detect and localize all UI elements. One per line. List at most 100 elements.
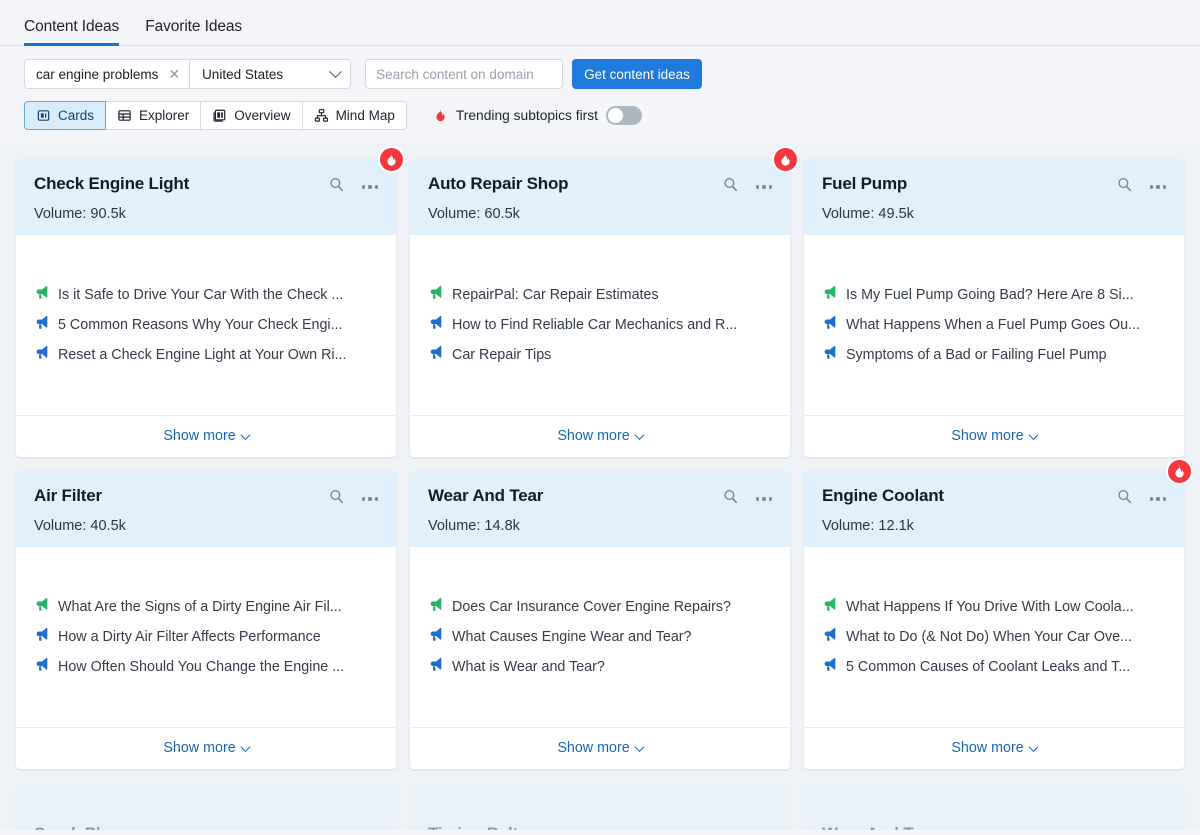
idea-item[interactable]: 5 Common Reasons Why Your Check Engi...	[34, 310, 378, 340]
idea-item[interactable]: Reset a Check Engine Light at Your Own R…	[34, 340, 378, 370]
trending-subtopics-toggle-group[interactable]: Trending subtopics first	[433, 106, 642, 125]
ellipsis-icon[interactable]	[756, 497, 772, 500]
country-select[interactable]: United States	[190, 60, 350, 88]
view-option-explorer[interactable]: Explorer	[106, 101, 200, 130]
ellipsis-icon[interactable]	[362, 497, 378, 500]
search-icon[interactable]	[1116, 488, 1133, 510]
topic-card[interactable]: Auto Repair ShopVolume: 60.5kRepairPal: …	[410, 159, 790, 457]
tab-favorite-ideas[interactable]: Favorite Ideas	[145, 18, 242, 45]
show-more-label: Show more	[163, 740, 235, 756]
idea-item[interactable]: Car Repair Tips	[428, 340, 772, 370]
card-footer: Show more	[410, 727, 790, 769]
view-switcher: CardsExplorer Overview Mind Map	[24, 101, 407, 130]
flame-badge-icon	[378, 146, 405, 173]
megaphone-icon	[822, 597, 837, 617]
idea-item[interactable]: How Often Should You Change the Engine .…	[34, 652, 378, 682]
view-option-cards[interactable]: Cards	[24, 101, 106, 130]
topic-card[interactable]: Wear And TearVolume: 14.8k Does Car Insur…	[410, 471, 790, 769]
view-option-overview[interactable]: Overview	[200, 101, 301, 130]
idea-item[interactable]: What Are the Signs of a Dirty Engine Air…	[34, 592, 378, 622]
view-option-label: Overview	[234, 108, 290, 123]
topic-card[interactable]: Wear And Tear	[804, 783, 1184, 830]
view-option-mind-map[interactable]: Mind Map	[302, 101, 407, 130]
search-icon[interactable]	[328, 176, 345, 198]
show-more-button[interactable]: Show more	[163, 428, 248, 444]
idea-item[interactable]: What to Do (& Not Do) When Your Car Ove.…	[822, 622, 1166, 652]
idea-text: What Happens If You Drive With Low Coola…	[846, 599, 1134, 615]
idea-item[interactable]: Is it Safe to Drive Your Car With the Ch…	[34, 280, 378, 310]
ellipsis-icon[interactable]	[756, 185, 772, 188]
show-more-label: Show more	[557, 428, 629, 444]
cards-icon	[36, 108, 51, 123]
card-title: Engine Coolant	[822, 485, 1116, 506]
idea-item[interactable]: Does Car Insurance Cover Engine Repairs?	[428, 592, 772, 622]
topic-card[interactable]: Engine Coolant Volume: 12.1k What Happens …	[804, 471, 1184, 769]
tab-content-ideas[interactable]: Content Ideas	[24, 18, 119, 45]
show-more-button[interactable]: Show more	[557, 428, 642, 444]
table-icon	[117, 108, 132, 123]
keyword-chip[interactable]: car engine problems ✕	[25, 60, 190, 88]
mind-map-icon	[314, 108, 329, 123]
idea-item[interactable]: 5 Common Causes of Coolant Leaks and T..…	[822, 652, 1166, 682]
show-more-label: Show more	[557, 740, 629, 756]
idea-item[interactable]: What is Wear and Tear?	[428, 652, 772, 682]
ellipsis-icon[interactable]	[362, 185, 378, 188]
idea-text: 5 Common Reasons Why Your Check Engi...	[58, 317, 343, 333]
search-icon[interactable]	[722, 176, 739, 198]
chevron-down-icon	[240, 742, 250, 752]
topic-card[interactable]: Air FilterVolume: 40.5k What Are the Sign…	[16, 471, 396, 769]
idea-text: How to Find Reliable Car Mechanics and R…	[452, 317, 737, 333]
show-more-label: Show more	[951, 740, 1023, 756]
card-volume: Volume: 60.5k	[428, 206, 772, 222]
trending-toggle-switch[interactable]	[606, 106, 642, 125]
keyword-text: car engine problems	[36, 67, 158, 82]
get-content-ideas-button[interactable]: Get content ideas	[572, 59, 702, 89]
card-volume: Volume: 12.1k	[822, 518, 1166, 534]
card-title: Air Filter	[34, 485, 328, 506]
idea-item[interactable]: What Causes Engine Wear and Tear?	[428, 622, 772, 652]
volume-prefix: Volume:	[822, 206, 878, 222]
show-more-button[interactable]: Show more	[951, 740, 1036, 756]
idea-item[interactable]: What Happens If You Drive With Low Coola…	[822, 592, 1166, 622]
show-more-button[interactable]: Show more	[163, 740, 248, 756]
chevron-down-icon	[1028, 742, 1038, 752]
card-ideas-list: RepairPal: Car Repair Estimates How to Fi…	[410, 235, 790, 415]
idea-text: How Often Should You Change the Engine .…	[58, 659, 344, 675]
card-title: Check Engine Light	[34, 173, 328, 194]
card-title: Wear And Tear	[428, 485, 722, 506]
volume-prefix: Volume:	[34, 206, 90, 222]
tab-label: Favorite Ideas	[145, 18, 242, 35]
card-title: Timing Belt	[428, 823, 722, 830]
flame-icon	[433, 107, 448, 124]
idea-text: How a Dirty Air Filter Affects Performan…	[58, 629, 321, 645]
megaphone-icon	[822, 627, 837, 647]
idea-item[interactable]: Is My Fuel Pump Going Bad? Here Are 8 Si…	[822, 280, 1166, 310]
domain-search-input[interactable]	[365, 59, 563, 89]
ellipsis-icon[interactable]	[1150, 497, 1166, 500]
idea-item[interactable]: How to Find Reliable Car Mechanics and R…	[428, 310, 772, 340]
chevron-down-icon	[1028, 430, 1038, 440]
card-header: Air FilterVolume: 40.5k	[16, 471, 396, 547]
search-icon[interactable]	[328, 488, 345, 510]
topic-card[interactable]: Spark Plugs	[16, 783, 396, 830]
megaphone-icon	[428, 345, 443, 365]
volume-value: 14.8k	[484, 518, 519, 534]
idea-item[interactable]: How a Dirty Air Filter Affects Performan…	[34, 622, 378, 652]
idea-item[interactable]: Symptoms of a Bad or Failing Fuel Pump	[822, 340, 1166, 370]
megaphone-icon	[822, 285, 837, 305]
show-more-button[interactable]: Show more	[951, 428, 1036, 444]
idea-item[interactable]: RepairPal: Car Repair Estimates	[428, 280, 772, 310]
search-icon[interactable]	[1116, 176, 1133, 198]
show-more-label: Show more	[163, 428, 235, 444]
ellipsis-icon[interactable]	[1150, 185, 1166, 188]
topic-card[interactable]: Timing Belt	[410, 783, 790, 830]
topic-card[interactable]: Check Engine LightVolume: 90.5kIs it Saf…	[16, 159, 396, 457]
megaphone-icon	[822, 315, 837, 335]
idea-item[interactable]: What Happens When a Fuel Pump Goes Ou...	[822, 310, 1166, 340]
card-footer: Show more	[804, 727, 1184, 769]
topic-card[interactable]: Fuel PumpVolume: 49.5kIs My Fuel Pump Go…	[804, 159, 1184, 457]
close-icon[interactable]: ✕	[167, 67, 181, 81]
show-more-button[interactable]: Show more	[557, 740, 642, 756]
search-icon[interactable]	[722, 488, 739, 510]
card-header: Wear And TearVolume: 14.8k	[410, 471, 790, 547]
